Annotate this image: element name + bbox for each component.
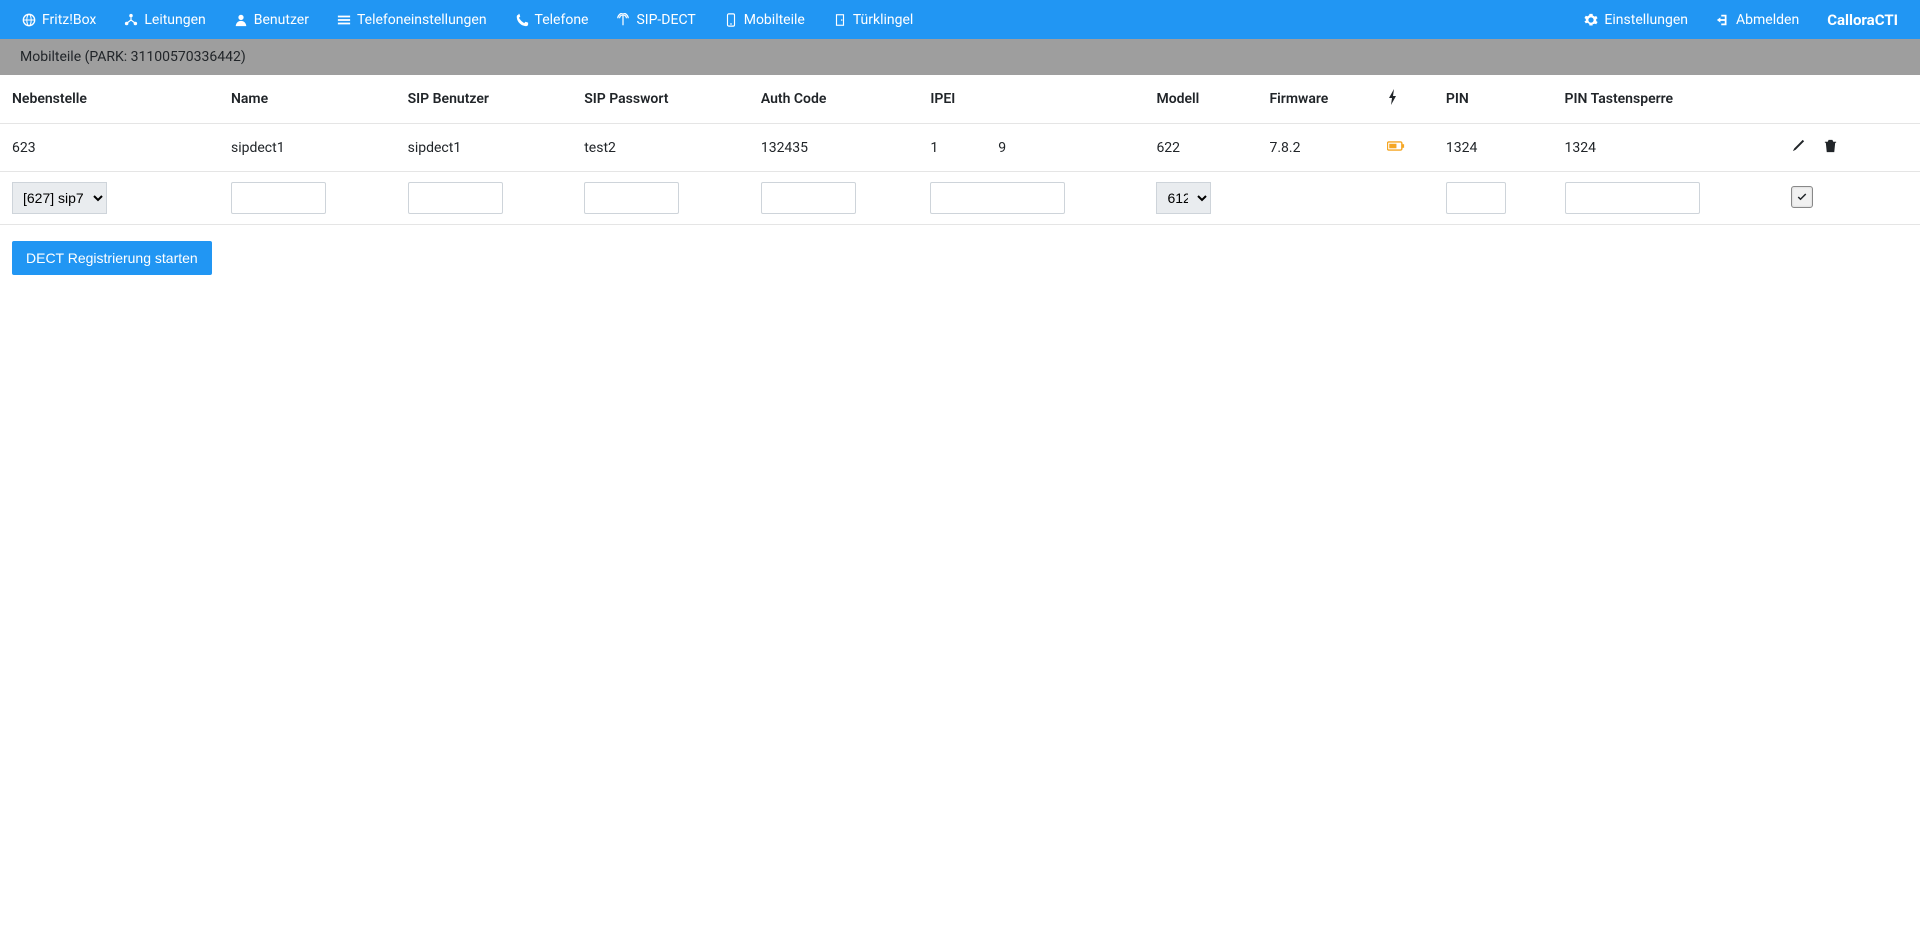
nav-telefoneinstellungen[interactable]: Telefoneinstellungen (323, 0, 501, 39)
nav-label: Telefone (535, 12, 589, 28)
nav-label: Abmelden (1736, 12, 1799, 28)
nav-label: Einstellungen (1604, 12, 1688, 28)
nav-leitungen[interactable]: Leitungen (110, 0, 219, 39)
cell-name: sipdect1 (219, 124, 396, 172)
nav-right: Einstellungen Abmelden CalloraCTI (1570, 0, 1912, 39)
cell-firmware: 7.8.2 (1257, 124, 1374, 172)
check-icon (1796, 191, 1808, 203)
table-row: 623 sipdect1 sipdect1 test2 132435 1 9 6… (0, 124, 1920, 172)
auth-code-input[interactable] (761, 182, 856, 214)
user-icon (234, 13, 248, 27)
th-actions (1779, 75, 1920, 124)
table-new-row: [627] sip7 612 (0, 172, 1920, 225)
top-navbar: Fritz!Box Leitungen Benutzer Telefoneins… (0, 0, 1920, 39)
cell-sip-user: sipdect1 (396, 124, 573, 172)
settings-bars-icon (337, 13, 351, 27)
modell-select[interactable]: 612 (1156, 182, 1211, 214)
th-nebenstelle: Nebenstelle (0, 75, 219, 124)
globe-icon (22, 13, 36, 27)
nav-fritzbox[interactable]: Fritz!Box (8, 0, 110, 39)
gear-icon (1584, 13, 1598, 27)
pin-input[interactable] (1446, 182, 1506, 214)
th-modell: Modell (1144, 75, 1257, 124)
nav-telefone[interactable]: Telefone (501, 0, 603, 39)
nav-sip-dect[interactable]: SIP-DECT (602, 0, 709, 39)
th-pin: PIN (1434, 75, 1553, 124)
sip-user-input[interactable] (408, 182, 503, 214)
cell-new-nebenstelle: [627] sip7 (0, 172, 219, 225)
bolt-icon (1387, 89, 1399, 105)
network-icon (124, 13, 138, 27)
device-icon (724, 13, 738, 27)
th-pinlock: PIN Tastensperre (1553, 75, 1779, 124)
ipei-b: 9 (998, 140, 1006, 156)
nav-label: SIP-DECT (636, 12, 695, 28)
nav-label: Fritz!Box (42, 12, 96, 28)
th-auth-code: Auth Code (749, 75, 919, 124)
th-power (1375, 75, 1434, 124)
trash-icon (1823, 138, 1838, 153)
nav-einstellungen[interactable]: Einstellungen (1570, 0, 1702, 39)
battery-icon (1387, 140, 1405, 152)
nav-mobilteile[interactable]: Mobilteile (710, 0, 819, 39)
cell-pinlock: 1324 (1553, 124, 1779, 172)
nav-label: Türklingel (853, 12, 914, 28)
brand: CalloraCTI (1813, 11, 1912, 29)
nav-tuerklingel[interactable]: Türklingel (819, 0, 928, 39)
th-sip-pass: SIP Passwort (572, 75, 749, 124)
ipei-input[interactable] (930, 182, 1065, 214)
cell-battery (1375, 124, 1434, 172)
page-title: Mobilteile (PARK: 31100570336442) (0, 39, 1920, 75)
cell-auth-code: 132435 (749, 124, 919, 172)
cell-ipei: 1 9 (918, 124, 1144, 172)
pinlock-input[interactable] (1565, 182, 1700, 214)
cell-nebenstelle: 623 (0, 124, 219, 172)
nav-label: Mobilteile (744, 12, 805, 28)
sip-pass-input[interactable] (584, 182, 679, 214)
nav-left: Fritz!Box Leitungen Benutzer Telefoneins… (8, 0, 927, 39)
confirm-button[interactable] (1791, 186, 1813, 208)
th-ipei: IPEI (918, 75, 1144, 124)
ipei-a: 1 (930, 140, 938, 156)
delete-button[interactable] (1823, 138, 1838, 153)
name-input[interactable] (231, 182, 326, 214)
cell-modell: 622 (1144, 124, 1257, 172)
door-icon (833, 13, 847, 27)
nav-label: Telefoneinstellungen (357, 12, 487, 28)
nebenstelle-select[interactable]: [627] sip7 (12, 182, 107, 214)
dect-register-button[interactable]: DECT Registrierung starten (12, 241, 212, 275)
cell-sip-pass: test2 (572, 124, 749, 172)
nav-label: Leitungen (144, 12, 205, 28)
nav-label: Benutzer (254, 12, 309, 28)
cell-actions (1779, 124, 1920, 172)
edit-button[interactable] (1791, 138, 1806, 153)
mobilteile-table: Nebenstelle Name SIP Benutzer SIP Passwo… (0, 75, 1920, 225)
phone-icon (515, 13, 529, 27)
th-name: Name (219, 75, 396, 124)
antenna-icon (616, 13, 630, 27)
pencil-icon (1791, 138, 1806, 153)
nav-abmelden[interactable]: Abmelden (1702, 0, 1813, 39)
th-firmware: Firmware (1257, 75, 1374, 124)
logout-icon (1716, 13, 1730, 27)
cell-pin: 1324 (1434, 124, 1553, 172)
table-header-row: Nebenstelle Name SIP Benutzer SIP Passwo… (0, 75, 1920, 124)
nav-benutzer[interactable]: Benutzer (220, 0, 323, 39)
th-sip-user: SIP Benutzer (396, 75, 573, 124)
